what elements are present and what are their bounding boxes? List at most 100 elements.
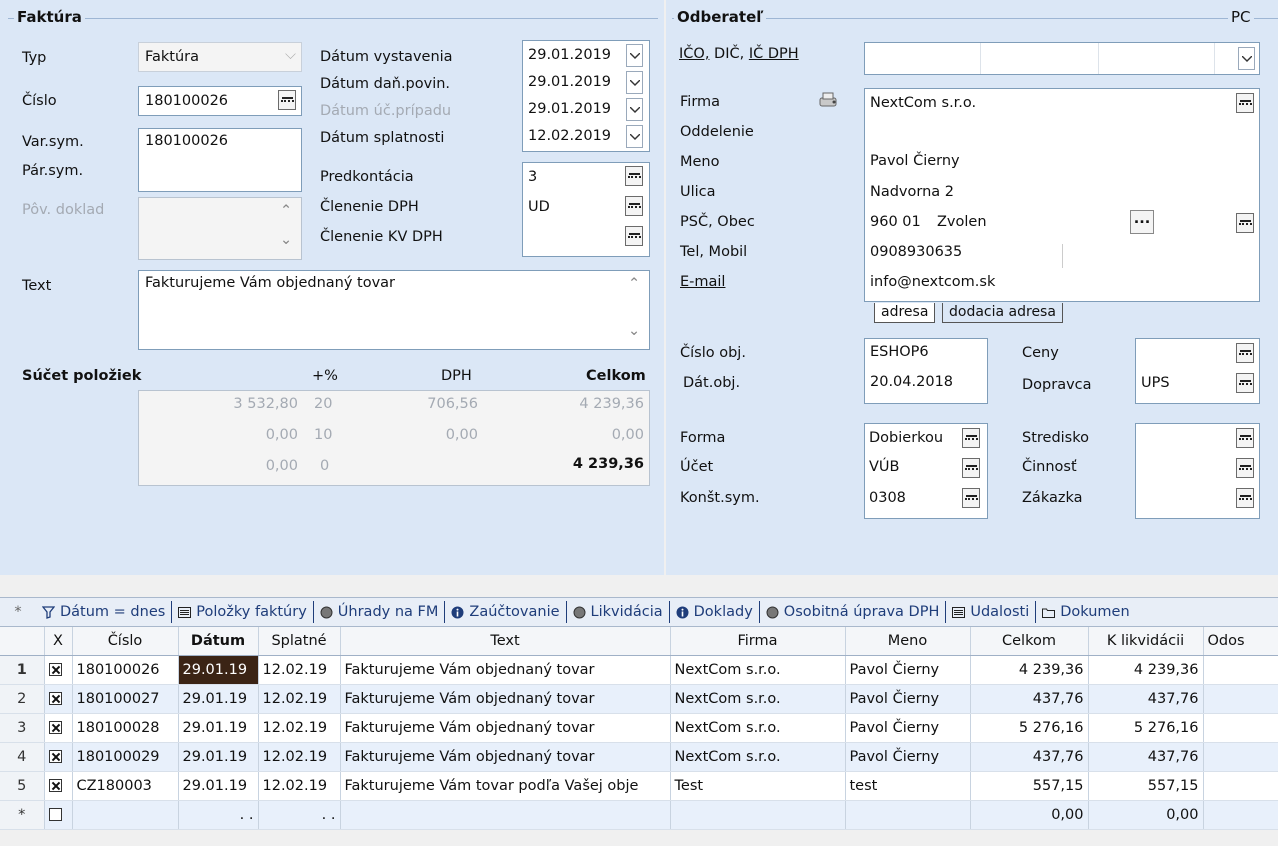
- table-row[interactable]: 3 180100028 29.01.19 12.02.19 Fakturujem…: [0, 713, 1278, 743]
- cell-text[interactable]: [340, 800, 671, 830]
- datum-vystavenia-field[interactable]: 29.01.2019: [528, 47, 611, 63]
- tel-field[interactable]: 0908930635: [870, 244, 962, 260]
- text-field[interactable]: Fakturujeme Vám objednaný tovar: [138, 270, 650, 350]
- cell-celkom[interactable]: 0,00: [970, 800, 1089, 830]
- tab-datum-dnes[interactable]: Dátum = dnes: [36, 601, 173, 623]
- tab-uhrady[interactable]: Úhrady na FM: [314, 601, 446, 623]
- psc-lookup-button[interactable]: [1236, 213, 1254, 233]
- row-checkbox[interactable]: [44, 713, 73, 743]
- cell-klikvidacii[interactable]: 0,00: [1088, 800, 1204, 830]
- table-row[interactable]: 5 CZ180003 29.01.19 12.02.19 Fakturujeme…: [0, 771, 1278, 801]
- header-firma[interactable]: Firma: [670, 627, 846, 656]
- stredisko-lookup-button[interactable]: [1236, 428, 1254, 448]
- cell-datum[interactable]: 29.01.19: [178, 655, 259, 685]
- row-checkbox[interactable]: [44, 742, 73, 772]
- ico-dropdown[interactable]: [1238, 47, 1255, 70]
- predkontacia-lookup-button[interactable]: [625, 166, 643, 186]
- header-klikvidacii[interactable]: K likvidácii: [1088, 627, 1204, 656]
- cell-odos: [1203, 655, 1278, 685]
- row-checkbox[interactable]: [44, 655, 73, 685]
- scroll-down-icon[interactable]: ⌄: [280, 232, 292, 248]
- clenenie-dph-lookup-button[interactable]: [625, 196, 643, 216]
- header-datum[interactable]: Dátum: [178, 627, 259, 656]
- table-row[interactable]: 1 180100026 29.01.19 12.02.19 Fakturujem…: [0, 655, 1278, 685]
- new-row[interactable]: * . . . . 0,00 0,00: [0, 800, 1278, 830]
- header-odos[interactable]: Odos: [1203, 627, 1278, 656]
- cinnost-label: Činnosť: [1022, 459, 1077, 475]
- row-checkbox[interactable]: [44, 800, 73, 830]
- tab-zauctovanie[interactable]: Zaúčtovanie: [445, 601, 567, 623]
- scroll-up-icon[interactable]: ⌃: [280, 203, 292, 219]
- cell-splatne: 12.02.19: [258, 771, 341, 801]
- forma-lookup-button[interactable]: [962, 428, 980, 448]
- firma-field[interactable]: NextCom s.r.o.: [870, 95, 976, 111]
- psc-field[interactable]: 960 01: [870, 214, 921, 230]
- header-x[interactable]: X: [44, 627, 73, 656]
- tab-osobitna-uprava[interactable]: Osobitná úprava DPH: [760, 601, 947, 623]
- forma-field[interactable]: Dobierkou: [869, 430, 943, 446]
- ceny-lookup-button[interactable]: [1236, 343, 1254, 363]
- email-field[interactable]: info@nextcom.sk: [870, 274, 995, 290]
- obec-field[interactable]: Zvolen: [937, 214, 987, 230]
- datum-splatnosti-field[interactable]: 12.02.2019: [528, 128, 611, 144]
- varsym-field[interactable]: 180100026: [138, 128, 302, 192]
- predkontacia-field[interactable]: 3: [528, 169, 537, 185]
- ico-link[interactable]: IČO,: [679, 46, 709, 62]
- tab-doklady[interactable]: Doklady: [670, 601, 760, 623]
- tab-likvidacia[interactable]: Likvidácia: [567, 601, 670, 623]
- ico-dic-combo[interactable]: [864, 42, 1260, 75]
- cislo-obj-field[interactable]: ESHOP6: [870, 344, 929, 360]
- cislo-lookup-button[interactable]: [278, 90, 296, 110]
- cell-odos[interactable]: [1203, 800, 1278, 830]
- tab-dokumenty[interactable]: Dokumen: [1036, 601, 1135, 623]
- dopravca-field[interactable]: UPS: [1141, 375, 1170, 391]
- tab-polozky-faktury[interactable]: Položky faktúry: [172, 601, 314, 623]
- header-cislo[interactable]: Číslo: [72, 627, 179, 656]
- list-icon: [178, 606, 192, 618]
- header-meno[interactable]: Meno: [845, 627, 971, 656]
- header-celkom[interactable]: Celkom: [970, 627, 1089, 656]
- tab-adresa[interactable]: adresa: [874, 303, 936, 323]
- date-dropdown-2[interactable]: [626, 71, 643, 94]
- row-checkbox[interactable]: [44, 771, 73, 801]
- cell-firma[interactable]: [670, 800, 846, 830]
- konst-lookup-button[interactable]: [962, 488, 980, 508]
- header-splatne[interactable]: Splatné: [258, 627, 341, 656]
- date-dropdown-4[interactable]: [626, 125, 643, 148]
- table-row[interactable]: 4 180100029 29.01.19 12.02.19 Fakturujem…: [0, 742, 1278, 772]
- zakazka-lookup-button[interactable]: [1236, 488, 1254, 508]
- cell-klikvidacii: 4 239,36: [1088, 655, 1204, 685]
- tab-dodacia-adresa[interactable]: dodacia adresa: [942, 303, 1063, 323]
- clenenie-dph-field[interactable]: UD: [528, 199, 550, 215]
- ucet-lookup-button[interactable]: [962, 458, 980, 478]
- konst-field[interactable]: 0308: [869, 490, 906, 506]
- ulica-field[interactable]: Nadvorna 2: [870, 184, 954, 200]
- cell-cislo[interactable]: [72, 800, 179, 830]
- cell-splatne[interactable]: . .: [258, 800, 341, 830]
- dopravca-lookup-button[interactable]: [1236, 373, 1254, 393]
- header-text[interactable]: Text: [340, 627, 671, 656]
- datum-ucpripadu-field[interactable]: 29.01.2019: [528, 101, 611, 117]
- datum-danpovin-field[interactable]: 29.01.2019: [528, 74, 611, 90]
- scroll-down-icon[interactable]: ⌄: [628, 323, 640, 339]
- address-book-icon[interactable]: [818, 91, 840, 113]
- dat-obj-field[interactable]: 20.04.2018: [870, 374, 953, 390]
- icdph-link[interactable]: IČ DPH: [749, 46, 799, 62]
- cinnost-lookup-button[interactable]: [1236, 458, 1254, 478]
- meno-field[interactable]: Pavol Čierny: [870, 153, 960, 169]
- firma-lookup-button[interactable]: [1236, 93, 1254, 113]
- date-label-4: Dátum splatnosti: [320, 130, 445, 146]
- email-link[interactable]: E-mail: [680, 274, 725, 290]
- scroll-up-icon[interactable]: ⌃: [628, 276, 640, 292]
- cell-datum[interactable]: . .: [178, 800, 259, 830]
- typ-select[interactable]: Faktúra ⌵: [138, 42, 302, 72]
- date-dropdown-3[interactable]: [626, 98, 643, 121]
- date-dropdown-1[interactable]: [626, 44, 643, 67]
- cell-meno[interactable]: [845, 800, 971, 830]
- tab-udalosti[interactable]: Udalosti: [946, 601, 1037, 623]
- row-checkbox[interactable]: [44, 684, 73, 714]
- clenenie-kv-lookup-button[interactable]: [625, 226, 643, 246]
- obec-browse-button[interactable]: ...: [1130, 210, 1154, 234]
- table-row[interactable]: 2 180100027 29.01.19 12.02.19 Fakturujem…: [0, 684, 1278, 714]
- ucet-field[interactable]: VÚB: [869, 459, 899, 475]
